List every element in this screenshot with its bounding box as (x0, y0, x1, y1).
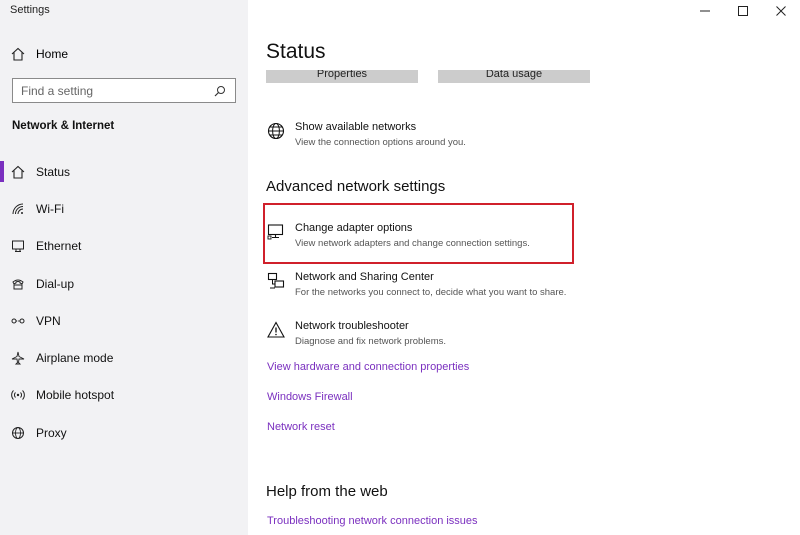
sidebar: Settings Home Network & Internet Status … (0, 0, 248, 535)
option-desc: Diagnose and fix network problems. (295, 336, 447, 347)
sidebar-item-ethernet[interactable]: Ethernet (0, 228, 248, 265)
option-title: Network troubleshooter (295, 320, 409, 332)
option-desc: For the networks you connect to, decide … (295, 287, 567, 298)
page-title: Status (266, 40, 326, 63)
help-from-web-heading: Help from the web (266, 483, 388, 500)
globe-icon (266, 121, 286, 141)
globe-icon (10, 425, 26, 441)
ethernet-icon (10, 238, 26, 254)
network-troubleshooter[interactable]: Network troubleshooter Diagnose and fix … (266, 320, 446, 347)
warning-icon (266, 320, 286, 340)
sidebar-item-label: Airplane mode (36, 351, 114, 366)
option-desc: View the connection options around you. (295, 137, 466, 148)
sidebar-item-label: Status (36, 164, 71, 179)
option-title: Network and Sharing Center (295, 271, 434, 283)
windows-firewall-link[interactable]: Windows Firewall (267, 391, 353, 403)
sidebar-item-label: Wi-Fi (36, 201, 64, 216)
vpn-icon (10, 313, 26, 329)
sidebar-item-label: Mobile hotspot (36, 388, 115, 403)
airplane-icon (10, 350, 26, 366)
hotspot-icon (10, 387, 26, 403)
search-box[interactable] (12, 78, 236, 103)
sidebar-item-label: Dial-up (36, 276, 75, 291)
option-title: Show available networks (295, 121, 417, 133)
sidebar-item-status[interactable]: Status (0, 153, 248, 190)
network-reset-link[interactable]: Network reset (267, 421, 335, 433)
highlight-box (263, 203, 574, 264)
sidebar-nav: Status Wi-Fi Ethernet Dial-up VPN Airpla… (0, 153, 248, 451)
top-buttons: Properties Data usage (266, 70, 590, 83)
sidebar-item-label: Proxy (36, 425, 67, 440)
data-usage-button[interactable]: Data usage (438, 70, 590, 83)
sidebar-item-label: VPN (36, 313, 61, 328)
home-label: Home (36, 47, 69, 61)
sidebar-item-airplane-mode[interactable]: Airplane mode (0, 339, 248, 376)
network-and-sharing-center[interactable]: Network and Sharing Center For the netwo… (266, 271, 566, 298)
dialup-icon (10, 276, 26, 292)
main-content: Status Properties Data usage Show availa… (248, 0, 800, 535)
sidebar-item-vpn[interactable]: VPN (0, 302, 248, 339)
sidebar-item-proxy[interactable]: Proxy (0, 414, 248, 451)
troubleshooting-link[interactable]: Troubleshooting network connection issue… (267, 515, 478, 527)
home-icon (10, 46, 26, 62)
sidebar-item-dialup[interactable]: Dial-up (0, 265, 248, 302)
search-input[interactable] (21, 83, 213, 98)
properties-button[interactable]: Properties (266, 70, 418, 83)
advanced-network-settings-heading: Advanced network settings (266, 178, 446, 195)
show-available-networks[interactable]: Show available networks View the connect… (266, 121, 466, 148)
home-status-icon (10, 164, 26, 180)
sharing-center-icon (266, 271, 286, 291)
sidebar-item-mobile-hotspot[interactable]: Mobile hotspot (0, 377, 248, 414)
app-title: Settings (10, 4, 50, 16)
view-hardware-link[interactable]: View hardware and connection properties (267, 361, 469, 373)
wifi-icon (10, 201, 26, 217)
section-heading: Network & Internet (12, 120, 115, 132)
sidebar-item-wifi[interactable]: Wi-Fi (0, 190, 248, 227)
sidebar-item-label: Ethernet (36, 239, 82, 254)
home-nav-item[interactable]: Home (10, 44, 68, 64)
search-icon[interactable] (213, 84, 227, 98)
